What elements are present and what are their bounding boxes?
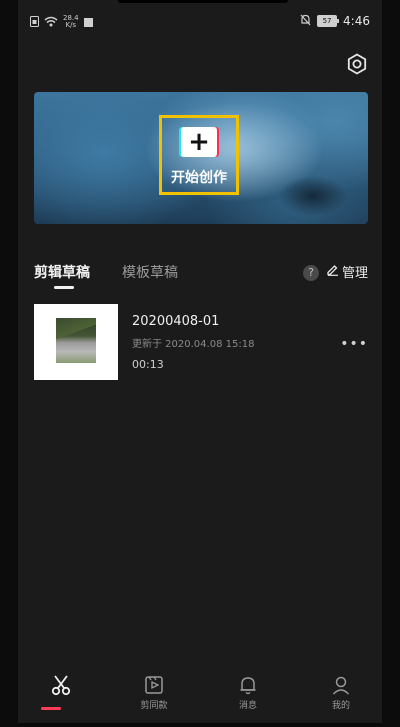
start-creation-button[interactable]: + 开始创作 [159,115,239,195]
draft-list-item[interactable]: 20200408-01 更新于 2020.04.08 15:18 00:13 •… [34,304,368,380]
profile-icon [311,674,371,696]
active-tab-indicator [54,286,74,289]
tab-edit-drafts[interactable]: 剪辑草稿 [34,262,90,282]
start-creation-label: 开始创作 [171,170,227,186]
app-screen: 28.4 K/s 57 4:46 + 开始创作 剪辑草稿 模板草稿 ? 管理 2… [18,0,382,727]
wifi-icon [44,12,58,31]
nav-templates-label: 剪同款 [140,701,168,711]
tab-template-drafts[interactable]: 模板草稿 [122,262,178,282]
net-speed: 28.4 K/s [63,14,79,29]
nav-active-indicator [41,707,61,710]
phone-notch [118,0,288,3]
nav-edit[interactable] [31,674,91,710]
nav-profile[interactable]: 我的 [311,674,371,711]
mute-bell-icon [300,11,311,30]
nav-messages-label: 消息 [238,701,257,711]
help-icon[interactable]: ? [303,265,319,281]
plus-icon: + [181,127,217,157]
draft-tabs: 剪辑草稿 模板草稿 ? 管理 [34,262,368,292]
manage-label: 管理 [341,266,368,281]
draft-thumbnail-image [56,318,96,363]
more-options-icon[interactable]: ••• [340,336,368,352]
nav-templates[interactable]: 剪同款 [124,674,184,711]
notification-square-icon [83,12,93,31]
scissors-icon [31,674,91,696]
edit-pencil-icon [326,263,339,280]
status-bar: 28.4 K/s 57 4:46 [18,0,382,36]
battery-indicator: 57 [317,14,340,27]
settings-gear-icon[interactable] [346,53,368,75]
sim-icon [30,12,39,31]
draft-duration: 00:13 [132,358,164,371]
net-speed-unit: K/s [65,20,77,29]
nav-profile-label: 我的 [331,701,350,711]
manage-button[interactable]: 管理 [326,262,368,281]
bell-icon [218,674,278,696]
draft-updated-time: 更新于 2020.04.08 15:18 [132,339,255,350]
start-creation-banner[interactable]: + 开始创作 [34,92,368,224]
nav-messages[interactable]: 消息 [218,674,278,711]
draft-thumbnail[interactable] [34,304,118,380]
bottom-navigation: 剪同款 消息 我的 [18,666,382,727]
draft-title: 20200408-01 [132,314,220,329]
status-time: 4:46 [343,13,370,28]
template-icon [124,674,184,696]
